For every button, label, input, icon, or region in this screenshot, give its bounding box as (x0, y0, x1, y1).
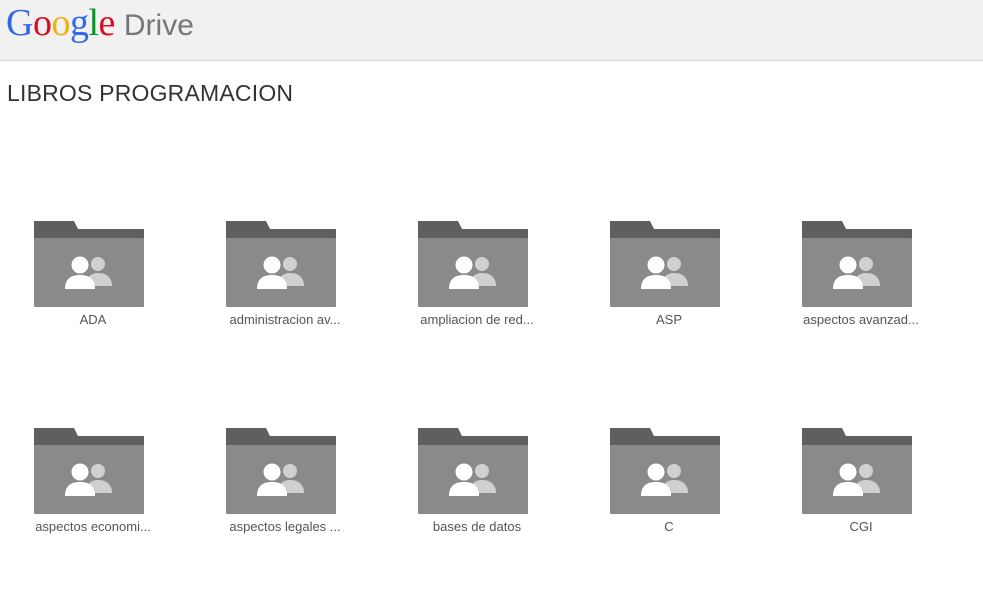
shared-folder-icon (418, 221, 528, 307)
shared-folder-icon (34, 221, 144, 307)
folder-item[interactable]: ampliacion de red... (392, 221, 562, 351)
folder-item[interactable]: aspectos economi... (8, 428, 178, 558)
shared-folder-icon (34, 428, 144, 514)
folder-label: ampliacion de red... (420, 312, 534, 327)
folder-item[interactable]: aspectos legales ... (200, 428, 370, 558)
folder-label: ASP (655, 312, 682, 327)
folder-item[interactable]: administracion av... (200, 221, 370, 351)
folder-item[interactable]: aspectos avanzad... (776, 221, 946, 351)
shared-folder-icon (418, 428, 528, 514)
folder-label: CGI (849, 519, 873, 534)
folder-item[interactable]: C (584, 428, 754, 558)
folder-label: aspectos avanzad... (803, 312, 919, 327)
folder-item[interactable]: ADA (8, 221, 178, 351)
folder-item[interactable]: CGI (776, 428, 946, 558)
shared-folder-icon (610, 428, 720, 514)
folder-label: aspectos economi... (35, 519, 151, 534)
folder-label: bases de datos (432, 519, 522, 534)
shared-folder-icon (226, 428, 336, 514)
folder-label: C (664, 519, 674, 534)
shared-folder-icon (226, 221, 336, 307)
shared-folder-icon (802, 221, 912, 307)
folder-item[interactable]: bases de datos (392, 428, 562, 558)
folder-item[interactable]: ASP (584, 221, 754, 351)
shared-folder-icon (802, 428, 912, 514)
shared-folder-icon (610, 221, 720, 307)
folder-label: administracion av... (229, 312, 341, 327)
folder-label: aspectos legales ... (229, 519, 341, 534)
folder-grid: ADA administracion av... ampliacion de r… (0, 0, 983, 605)
folder-label: ADA (79, 312, 107, 327)
